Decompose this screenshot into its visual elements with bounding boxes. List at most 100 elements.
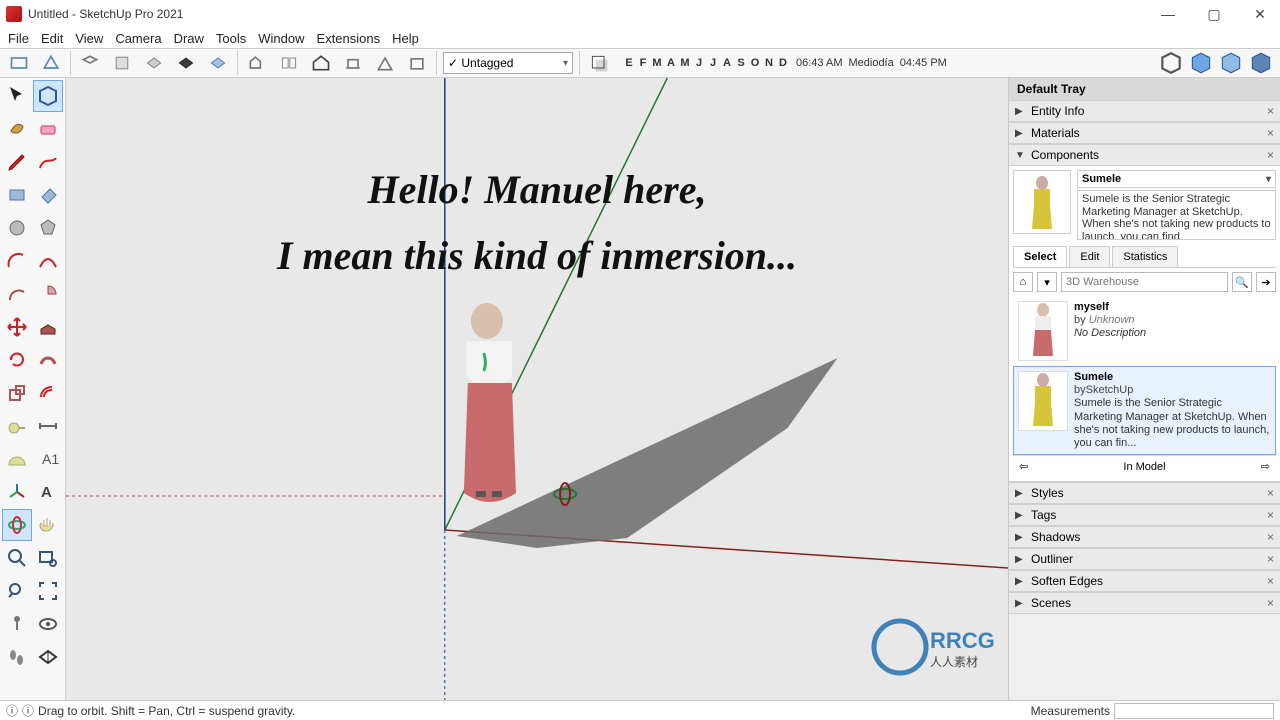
position-camera-tool-icon[interactable]: [2, 608, 32, 640]
component-desc-field[interactable]: Sumele is the Senior Strategic Marketing…: [1077, 190, 1276, 240]
info-icon[interactable]: ⓘ: [22, 702, 34, 719]
house-icon[interactable]: [308, 51, 334, 75]
sun-slider[interactable]: EFMAMJJASOND 06:43 AM Mediodía 04:45 PM: [624, 57, 947, 69]
tape-tool-icon[interactable]: [2, 410, 32, 442]
tab-edit[interactable]: Edit: [1069, 246, 1110, 267]
polygon-tool-icon[interactable]: [33, 212, 63, 244]
menu-help[interactable]: Help: [388, 31, 423, 46]
chevron-down-icon[interactable]: ▾: [1037, 272, 1057, 292]
look-around-tool-icon[interactable]: [33, 608, 63, 640]
go-icon[interactable]: ➔: [1256, 272, 1276, 292]
maximize-button[interactable]: ▢: [1200, 6, 1228, 23]
component-list-item[interactable]: myself by Unknown No Description: [1013, 296, 1276, 366]
tool-icon[interactable]: [38, 51, 64, 75]
panel-styles[interactable]: ▶Styles×: [1009, 482, 1280, 504]
menu-camera[interactable]: Camera: [111, 31, 165, 46]
menu-file[interactable]: File: [4, 31, 33, 46]
tool-icon[interactable]: [340, 51, 366, 75]
tab-select[interactable]: Select: [1013, 246, 1067, 267]
menu-draw[interactable]: Draw: [170, 31, 208, 46]
close-icon[interactable]: ×: [1267, 596, 1274, 610]
eraser-tool-icon[interactable]: [33, 113, 63, 145]
close-icon[interactable]: ×: [1267, 574, 1274, 588]
section-tool-icon[interactable]: [33, 641, 63, 673]
tool-icon[interactable]: [141, 51, 167, 75]
rotate-tool-icon[interactable]: [2, 344, 32, 376]
cube-icon[interactable]: [1218, 51, 1244, 75]
panel-components[interactable]: ▼Components×: [1009, 144, 1280, 166]
warehouse-search-input[interactable]: [1061, 272, 1228, 292]
tool-icon[interactable]: [244, 51, 270, 75]
offset-tool-icon[interactable]: [33, 377, 63, 409]
nav-forward-icon[interactable]: ⇨: [1261, 460, 1270, 473]
scale-tool-icon[interactable]: [2, 377, 32, 409]
tool-icon[interactable]: [109, 51, 135, 75]
panel-tags[interactable]: ▶Tags×: [1009, 504, 1280, 526]
menu-extensions[interactable]: Extensions: [313, 31, 385, 46]
home-nav-icon[interactable]: ⌂: [1013, 272, 1033, 292]
menu-window[interactable]: Window: [254, 31, 308, 46]
axes-tool-icon[interactable]: [2, 476, 32, 508]
measurements-input[interactable]: [1114, 703, 1274, 719]
dimension-tool-icon[interactable]: [33, 410, 63, 442]
pan-tool-icon[interactable]: [33, 509, 63, 541]
close-icon[interactable]: ×: [1267, 508, 1274, 522]
menu-tools[interactable]: Tools: [212, 31, 250, 46]
panel-entity-info[interactable]: ▶Entity Info×: [1009, 100, 1280, 122]
text-tool-icon[interactable]: A1: [33, 443, 63, 475]
move-tool-icon[interactable]: [2, 311, 32, 343]
cube-icon[interactable]: [1248, 51, 1274, 75]
nav-back-icon[interactable]: ⇦: [1019, 460, 1028, 473]
tool-icon[interactable]: [276, 51, 302, 75]
pushpull-tool-icon[interactable]: [33, 311, 63, 343]
orbit-tool-icon[interactable]: [2, 509, 32, 541]
zoom-extents-tool-icon[interactable]: [33, 575, 63, 607]
3dtext-tool-icon[interactable]: A: [33, 476, 63, 508]
tag-dropdown[interactable]: ✓ Untagged: [443, 52, 573, 74]
menu-view[interactable]: View: [71, 31, 107, 46]
chevron-down-icon[interactable]: ▾: [1266, 174, 1271, 185]
circle-tool-icon[interactable]: [2, 212, 32, 244]
zoom-prev-tool-icon[interactable]: [2, 575, 32, 607]
cube-icon[interactable]: [1188, 51, 1214, 75]
protractor-tool-icon[interactable]: [2, 443, 32, 475]
iso-view-icon[interactable]: [1158, 51, 1184, 75]
rotated-rect-tool-icon[interactable]: [33, 179, 63, 211]
freehand-tool-icon[interactable]: [33, 146, 63, 178]
close-icon[interactable]: ×: [1267, 126, 1274, 140]
panel-soften-edges[interactable]: ▶Soften Edges×: [1009, 570, 1280, 592]
arc-tool-icon[interactable]: [2, 245, 32, 277]
close-icon[interactable]: ×: [1267, 148, 1274, 162]
zoom-window-tool-icon[interactable]: [33, 542, 63, 574]
help-icon[interactable]: ⓘ: [6, 702, 18, 719]
component-tool-icon[interactable]: [33, 80, 63, 112]
tab-statistics[interactable]: Statistics: [1112, 246, 1178, 267]
panel-scenes[interactable]: ▶Scenes×: [1009, 592, 1280, 614]
shadow-toggle-icon[interactable]: [586, 51, 612, 75]
arc3-tool-icon[interactable]: [2, 278, 32, 310]
arc2-tool-icon[interactable]: [33, 245, 63, 277]
tool-icon[interactable]: [404, 51, 430, 75]
close-button[interactable]: ✕: [1246, 6, 1274, 23]
select-tool-icon[interactable]: [2, 80, 32, 112]
component-list-item[interactable]: Sumele bySketchUp Sumele is the Senior S…: [1013, 366, 1276, 455]
walk-tool-icon[interactable]: [2, 641, 32, 673]
close-icon[interactable]: ×: [1267, 104, 1274, 118]
tool-icon[interactable]: [173, 51, 199, 75]
paint-tool-icon[interactable]: [2, 113, 32, 145]
close-icon[interactable]: ×: [1267, 486, 1274, 500]
panel-materials[interactable]: ▶Materials×: [1009, 122, 1280, 144]
panel-outliner[interactable]: ▶Outliner×: [1009, 548, 1280, 570]
tool-icon[interactable]: [6, 51, 32, 75]
component-name-field[interactable]: Sumele▾: [1077, 170, 1276, 188]
tool-icon[interactable]: [205, 51, 231, 75]
component-thumbnail[interactable]: [1013, 170, 1071, 234]
close-icon[interactable]: ×: [1267, 530, 1274, 544]
minimize-button[interactable]: —: [1154, 6, 1182, 23]
tool-icon[interactable]: [372, 51, 398, 75]
viewport[interactable]: Hello! Manuel here, I mean this kind of …: [66, 78, 1008, 700]
zoom-tool-icon[interactable]: [2, 542, 32, 574]
tool-icon[interactable]: [77, 51, 103, 75]
tray-title[interactable]: Default Tray: [1009, 78, 1280, 100]
pie-tool-icon[interactable]: [33, 278, 63, 310]
